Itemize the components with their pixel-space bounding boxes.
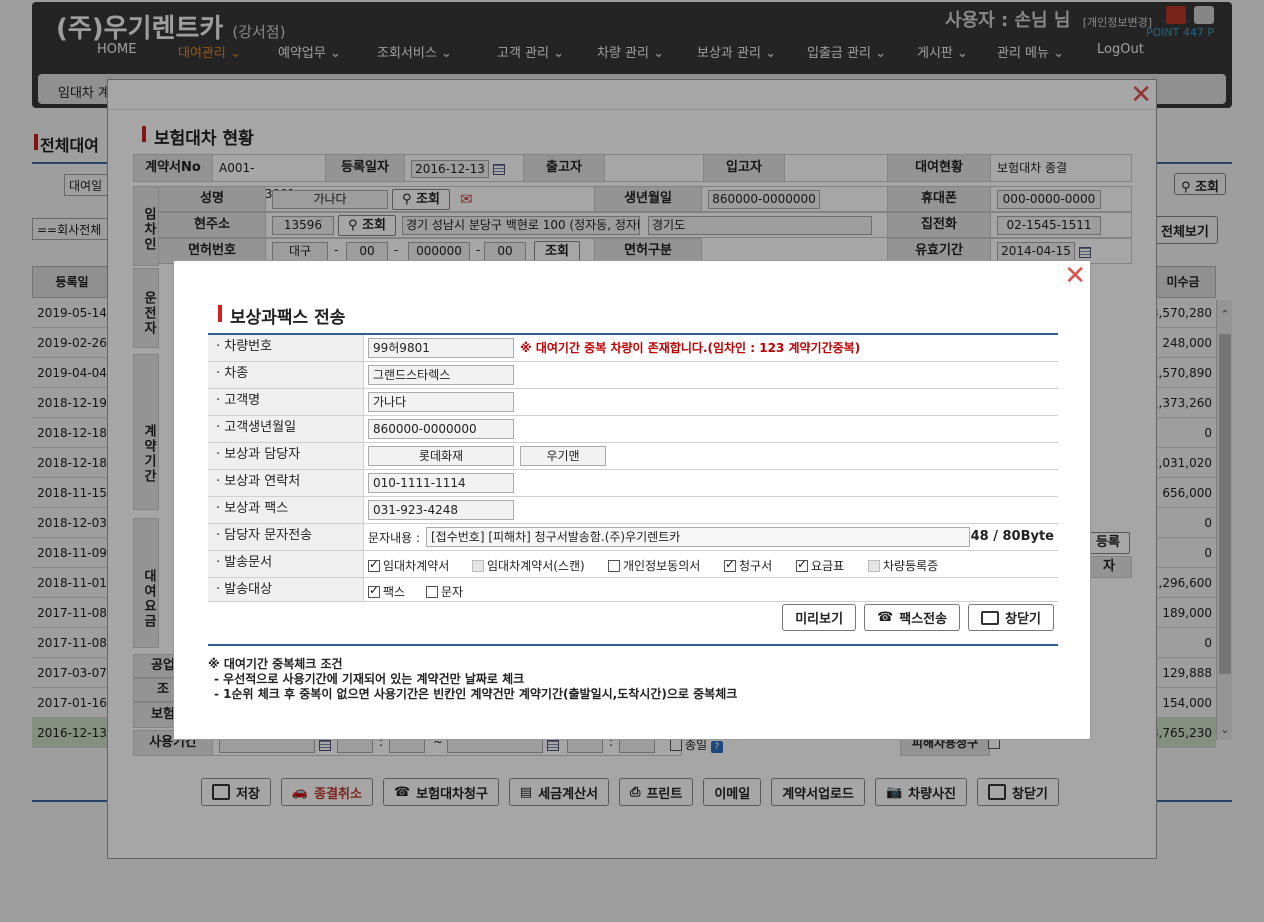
doc-option-invoice[interactable]: 청구서 [724,557,772,574]
doc-label-contract-scan: 임대차계약서(스캔) [487,559,585,573]
form-row-sms: · 담당자 문자전송 문자내용 : [접수번호] [피해차] 청구서발송함.(주… [208,524,1058,551]
send-fax-label: 팩스전송 [899,612,948,627]
doc-option-contract-scan: 임대차계약서(스캔) [472,557,585,574]
doc-label-contract: 임대차계약서 [383,559,450,573]
car-model-input[interactable]: 그랜드스타렉스 [368,365,514,385]
close-fax-modal-button[interactable]: 창닫기 [968,604,1054,631]
targets-label: · 발송대상 [208,578,364,601]
target-label-sms: 문자 [441,585,464,599]
adjuster-fax-label: · 보상과 팩스 [208,497,364,523]
doc-option-privacy[interactable]: 개인정보동의서 [608,557,700,574]
target-option-fax[interactable]: 팩스 [368,583,405,600]
doc-option-contract[interactable]: 임대차계약서 [368,557,449,574]
customer-name-label: · 고객명 [208,389,364,415]
form-row-adjuster-phone: · 보상과 연락처 010-1111-1114 [208,470,1058,497]
adjuster-fax-input[interactable]: 031-923-4248 [368,500,514,520]
form-row-adjuster: · 보상과 담당자 롯데화재 우기맨 [208,443,1058,470]
doc-checkbox-registration [868,560,880,572]
doc-option-registration: 차량등록증 [868,557,938,574]
doc-checkbox-invoice[interactable] [724,557,736,572]
target-label-fax: 팩스 [383,585,406,599]
form-row-adjuster-fax: · 보상과 팩스 031-923-4248 [208,497,1058,524]
adjuster-phone-input[interactable]: 010-1111-1114 [368,473,514,493]
fax-modal-actions: 미리보기 ☎ 팩스전송 창닫기 [782,604,1054,631]
target-option-sms[interactable]: 문자 [426,583,463,600]
note-line-1: - 우선적으로 사용기간에 기재되어 있는 계약건만 날짜로 체크 [214,672,525,686]
form-row-car-no: · 차량번호 99허9801 ※ 대여기간 중복 차량이 존재합니다.(임차인 … [208,335,1058,362]
sms-label: · 담당자 문자전송 [208,524,364,550]
adjuster-name-input[interactable]: 우기맨 [520,446,606,466]
fax-modal-divider [208,644,1058,646]
doc-checkbox-privacy[interactable] [608,560,620,572]
form-row-customer-name: · 고객명 가나다 [208,389,1058,416]
note-title: ※ 대여기간 중복체크 조건 [208,657,343,671]
adjuster-phone-label: · 보상과 연락처 [208,470,364,496]
duplicate-warning: ※ 대여기간 중복 차량이 존재합니다.(임차인 : 123 계약기간중복) [520,341,861,355]
target-checkbox-fax[interactable] [368,583,380,598]
fax-icon: ☎ [877,610,894,625]
note-line-2: - 1순위 체크 후 중복이 없으면 사용기간은 빈칸인 계약건만 계약기간(출… [214,687,738,701]
car-no-input[interactable]: 99허9801 [368,338,514,358]
send-fax-button[interactable]: ☎ 팩스전송 [864,604,961,631]
doc-label-rate-table: 요금표 [811,559,845,573]
doc-checkbox-rate-table[interactable] [796,557,808,572]
doc-label-registration: 차량등록증 [883,559,939,573]
insurer-input[interactable]: 롯데화재 [368,446,514,466]
close-window-icon [981,610,1000,625]
preview-button[interactable]: 미리보기 [782,604,857,631]
fax-form-table: · 차량번호 99허9801 ※ 대여기간 중복 차량이 존재합니다.(임차인 … [208,333,1058,602]
fax-modal-title: 보상과팩스 전송 [217,303,345,328]
car-model-label: · 차종 [208,362,364,388]
duplicate-check-notes: ※ 대여기간 중복체크 조건 - 우선적으로 사용기간에 기재되어 있는 계약건… [208,657,737,702]
target-checkbox-sms[interactable] [426,586,438,598]
sms-text-input[interactable]: [접수번호] [피해차] 청구서발송함.(주)우기렌트카 [426,527,970,547]
close-fax-modal-label: 창닫기 [1005,612,1041,627]
sms-prefix: 문자내용 : [368,531,421,545]
doc-checkbox-contract-scan [472,560,484,572]
adjuster-label: · 보상과 담당자 [208,443,364,469]
customer-birth-input[interactable]: 860000-0000000 [368,419,514,439]
form-row-customer-birth: · 고객생년월일 860000-0000000 [208,416,1058,443]
compensation-fax-modal: ✕ 보상과팩스 전송 · 차량번호 99허9801 ※ 대여기간 중복 차량이 … [173,260,1091,740]
form-row-car-model: · 차종 그랜드스타렉스 [208,362,1058,389]
doc-label-privacy: 개인정보동의서 [623,559,701,573]
preview-label: 미리보기 [795,612,844,627]
customer-name-input[interactable]: 가나다 [368,392,514,412]
form-row-documents: · 발송문서 임대차계약서 임대차계약서(스캔) 개인정보동의서 청구서 요금표… [208,551,1058,578]
doc-label-invoice: 청구서 [739,559,773,573]
doc-checkbox-contract[interactable] [368,557,380,572]
close-icon[interactable]: ✕ [1064,263,1086,289]
form-row-targets: · 발송대상 팩스 문자 [208,578,1058,602]
documents-label: · 발송문서 [208,551,364,577]
sms-byte-count: 48 / 80Byte [970,529,1054,544]
car-no-label: · 차량번호 [208,335,364,361]
doc-option-rate-table[interactable]: 요금표 [796,557,844,574]
customer-birth-label: · 고객생년월일 [208,416,364,442]
